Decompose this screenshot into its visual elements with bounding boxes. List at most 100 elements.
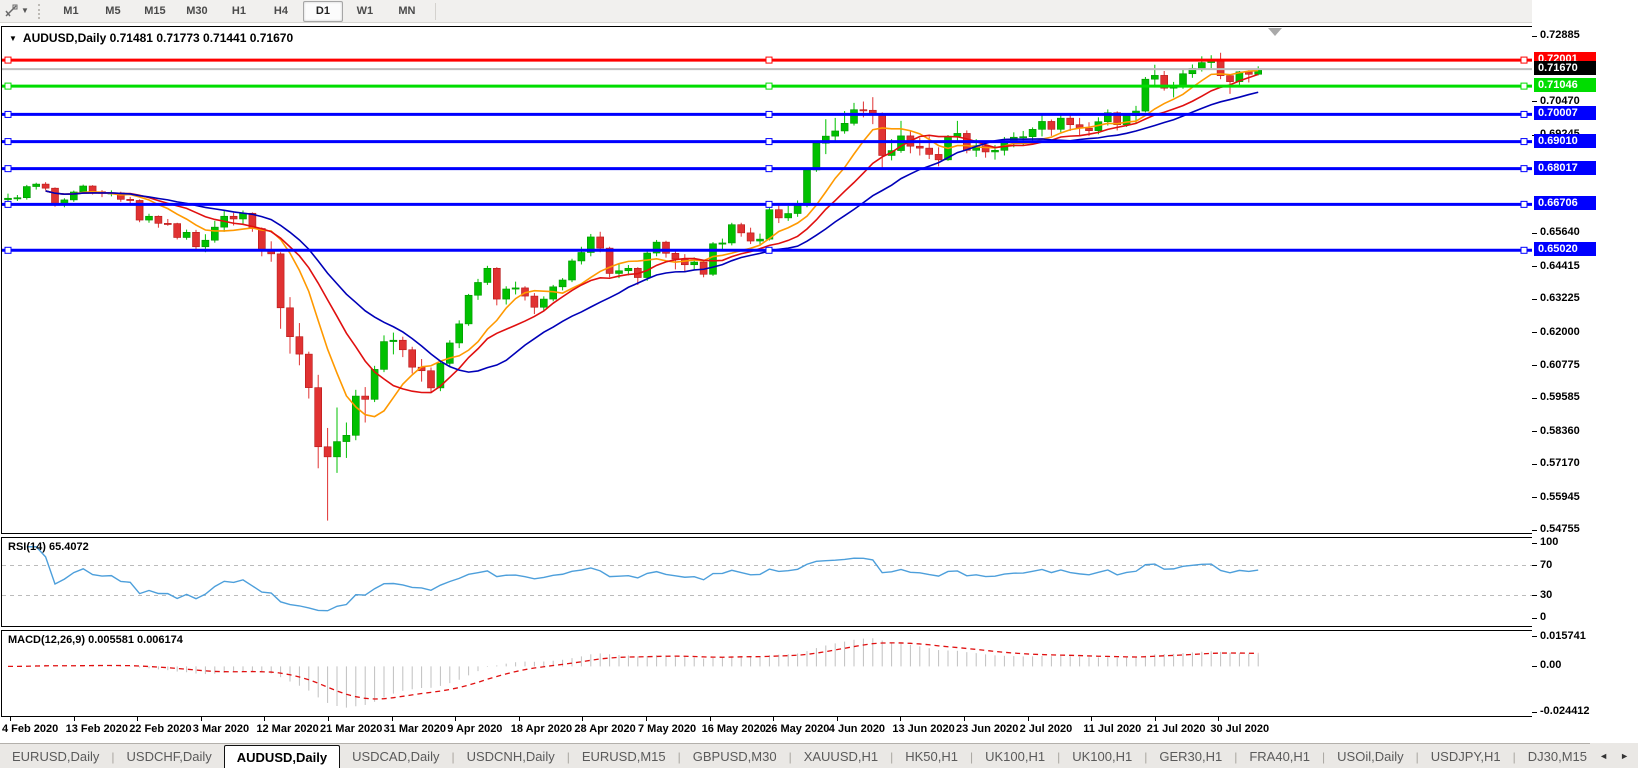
candle bbox=[146, 216, 153, 220]
price-tick bbox=[1532, 266, 1537, 267]
line-handle[interactable] bbox=[5, 57, 11, 63]
date-tick-label: 23 Jun 2020 bbox=[956, 723, 1018, 735]
candle bbox=[879, 114, 886, 155]
line-handle[interactable] bbox=[766, 139, 772, 145]
price-tick-label: 0.64415 bbox=[1540, 260, 1580, 272]
timeframe-button-m15[interactable]: M15 bbox=[135, 1, 175, 22]
line-handle[interactable] bbox=[1521, 111, 1527, 117]
date-tick-label: 4 Feb 2020 bbox=[2, 723, 58, 735]
timeframe-button-m5[interactable]: M5 bbox=[93, 1, 133, 22]
price-tick bbox=[1532, 101, 1537, 102]
chart-tab-eurusd-m15[interactable]: EURUSD,M15 bbox=[570, 744, 678, 768]
candle bbox=[813, 143, 820, 170]
timeframe-button-m30[interactable]: M30 bbox=[177, 1, 217, 22]
candle bbox=[841, 123, 848, 131]
line-handle[interactable] bbox=[766, 166, 772, 172]
candle bbox=[1048, 121, 1055, 129]
chart-tab-ger30-h1[interactable]: GER30,H1 bbox=[1147, 744, 1234, 768]
line-handle[interactable] bbox=[766, 83, 772, 89]
price-tick-label: 0.60775 bbox=[1540, 359, 1580, 371]
rsi-panel: RSI(14) 65.4072 bbox=[1, 537, 1533, 627]
candle bbox=[390, 340, 397, 341]
macd-label: MACD(12,26,9) 0.005581 0.006174 bbox=[8, 634, 183, 646]
chart-shift-marker-icon[interactable] bbox=[1268, 28, 1282, 36]
line-handle[interactable] bbox=[766, 247, 772, 253]
chart-tab-gbpusd-m30[interactable]: GBPUSD,M30 bbox=[681, 744, 789, 768]
candle bbox=[775, 210, 782, 218]
chart-tab-usdcnh-daily[interactable]: USDCNH,Daily bbox=[455, 744, 567, 768]
chart-tab-hk50-h1[interactable]: HK50,H1 bbox=[893, 744, 970, 768]
candle bbox=[324, 447, 331, 457]
price-tick-label: 0.59585 bbox=[1540, 391, 1580, 403]
timeframe-button-h4[interactable]: H4 bbox=[261, 1, 301, 22]
line-handle[interactable] bbox=[5, 111, 11, 117]
date-tick-label: 16 May 2020 bbox=[702, 723, 766, 735]
price-tick bbox=[1532, 332, 1537, 333]
price-tick-label: 0.62000 bbox=[1540, 326, 1580, 338]
chart-tab-fra40-h1[interactable]: FRA40,H1 bbox=[1237, 744, 1322, 768]
line-handle[interactable] bbox=[1521, 166, 1527, 172]
date-axis[interactable]: 4 Feb 202013 Feb 202022 Feb 20203 Mar 20… bbox=[1, 717, 1532, 742]
rsi-canvas[interactable] bbox=[2, 538, 1532, 626]
macd-tick-label: -0.024412 bbox=[1540, 705, 1590, 717]
date-tick-label: 21 Jul 2020 bbox=[1147, 723, 1206, 735]
collapse-triangle-icon[interactable]: ▼ bbox=[9, 34, 17, 43]
rsi-tick bbox=[1532, 543, 1537, 544]
timeframe-button-mn[interactable]: MN bbox=[387, 1, 427, 22]
chart-tab-usdchf-daily[interactable]: USDCHF,Daily bbox=[115, 744, 224, 768]
macd-tick bbox=[1532, 712, 1537, 713]
chart-tab-eurusd-daily[interactable]: EURUSD,Daily bbox=[0, 744, 111, 768]
chart-tab-uk100-h1[interactable]: UK100,H1 bbox=[973, 744, 1057, 768]
chart-tab-dj30-m15[interactable]: DJ30,M15 bbox=[1516, 744, 1599, 768]
chart-tab-xauusd-h1[interactable]: XAUUSD,H1 bbox=[792, 744, 890, 768]
candle bbox=[512, 288, 519, 289]
line-handle[interactable] bbox=[1521, 57, 1527, 63]
toolbar-grip[interactable] bbox=[38, 4, 44, 19]
timeframe-button-m1[interactable]: M1 bbox=[51, 1, 91, 22]
chart-tab-uk100-h1[interactable]: UK100,H1 bbox=[1060, 744, 1144, 768]
candle bbox=[916, 146, 923, 148]
dropdown-caret-icon[interactable]: ▼ bbox=[21, 7, 29, 15]
chart-tool-button[interactable]: ▼ bbox=[4, 3, 29, 19]
chart-tab-usdcad-daily[interactable]: USDCAD,Daily bbox=[340, 744, 451, 768]
date-tick-label: 13 Feb 2020 bbox=[66, 723, 128, 735]
timeframe-button-w1[interactable]: W1 bbox=[345, 1, 385, 22]
line-handle[interactable] bbox=[766, 201, 772, 207]
main-chart-canvas[interactable] bbox=[2, 27, 1532, 533]
macd-canvas[interactable] bbox=[2, 631, 1532, 716]
candle bbox=[1067, 118, 1074, 125]
candle bbox=[381, 342, 388, 370]
line-handle[interactable] bbox=[5, 247, 11, 253]
line-handle[interactable] bbox=[5, 201, 11, 207]
price-level-tag: 0.69010 bbox=[1534, 134, 1596, 148]
candle bbox=[1198, 63, 1205, 69]
timeframe-buttons: M1M5M15M30H1H4D1W1MN bbox=[51, 1, 427, 22]
tab-scroll-right-icon[interactable]: ► bbox=[1620, 751, 1629, 761]
candle bbox=[428, 371, 435, 388]
line-handle[interactable] bbox=[5, 83, 11, 89]
timeframe-button-h1[interactable]: H1 bbox=[219, 1, 259, 22]
tab-scroll-left-icon[interactable]: ◄ bbox=[1599, 751, 1608, 761]
line-handle[interactable] bbox=[1521, 247, 1527, 253]
candle bbox=[503, 289, 510, 299]
line-handle[interactable] bbox=[1521, 83, 1527, 89]
candle bbox=[1086, 128, 1093, 130]
line-handle[interactable] bbox=[1521, 139, 1527, 145]
price-tick-label: 0.70470 bbox=[1540, 95, 1580, 107]
price-tick-label: 0.54755 bbox=[1540, 523, 1580, 535]
candle bbox=[211, 227, 218, 240]
timeframe-button-d1[interactable]: D1 bbox=[303, 1, 343, 22]
price-axis[interactable]: 0.728850.704700.692450.656400.644150.632… bbox=[1532, 0, 1638, 745]
line-handle[interactable] bbox=[5, 139, 11, 145]
date-tick bbox=[455, 717, 456, 721]
line-handle[interactable] bbox=[1521, 201, 1527, 207]
line-handle[interactable] bbox=[766, 111, 772, 117]
candle bbox=[578, 252, 585, 260]
chart-tab-usoil-daily[interactable]: USOil,Daily bbox=[1325, 744, 1415, 768]
line-handle[interactable] bbox=[766, 57, 772, 63]
chart-tab-usdjpy-h1[interactable]: USDJPY,H1 bbox=[1419, 744, 1513, 768]
candle bbox=[644, 253, 651, 278]
chart-tab-audusd-daily[interactable]: AUDUSD,Daily bbox=[224, 745, 340, 768]
line-handle[interactable] bbox=[5, 166, 11, 172]
price-tick-label: 0.57170 bbox=[1540, 457, 1580, 469]
